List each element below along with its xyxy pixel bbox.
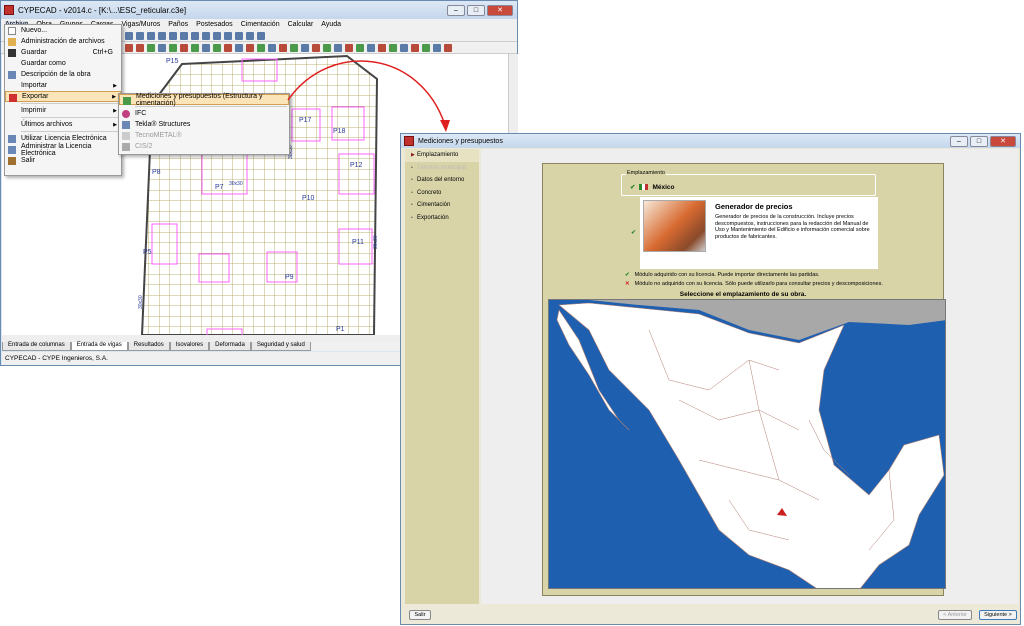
mexico-mainland[interactable] [558,302,945,589]
mexico-flag-icon [639,184,649,190]
step-concreto[interactable]: • Concreto [405,187,479,200]
step-termino-municipal: • Término municipal [405,162,479,175]
location-group: Emplazamiento ✔ México [621,170,876,196]
step-label: Cimentación [417,202,451,209]
generator-title: Generador de precios [715,202,793,211]
selected-country: México [652,183,675,191]
legend-text: Módulo no adquirido con su licencia. Sól… [634,281,883,287]
step-label: Datos del entorno [417,177,465,184]
cross-icon: ✕ [625,281,630,287]
previous-button: < Anterior [938,610,972,620]
legend-acquired: ✔ Módulo adquirido con su licencia. Puede… [625,272,820,278]
step-emplazamiento[interactable]: ▶ Emplazamiento [405,149,479,162]
dialog-title-bar: Mediciones y presupuestos – □ ✕ [401,134,1020,148]
group-label: Emplazamiento [626,170,666,176]
minimize-button[interactable]: – [950,135,968,147]
price-generator-card: Generador de precios Generador de precio… [640,197,878,269]
dialog-title: Mediciones y presupuestos [418,137,503,145]
close-button[interactable]: ✕ [990,135,1016,147]
check-icon: ✔ [631,230,637,236]
app-icon [404,136,414,146]
step-datos-entorno[interactable]: • Datos del entorno [405,174,479,187]
building-materials-image [643,200,706,252]
legend-text: Módulo adquirido con su licencia. Puede … [634,272,820,278]
step-label: Exportación [417,214,449,221]
wizard-steps: ▶ Emplazamiento • Término municipal • Datos… [405,149,479,604]
mexico-map[interactable] [548,299,946,589]
step-label: Emplazamiento [417,152,459,159]
legend-not-acquired: ✕ Módulo no adquirido con su licencia. Só… [625,281,883,287]
step-label: Concreto [417,189,442,196]
maximize-button[interactable]: □ [970,135,988,147]
exit-button[interactable]: Salir [409,610,431,620]
check-icon: ✔ [625,272,630,278]
select-prompt: Seleccione el emplazamiento de su obra. [679,291,807,298]
map-drawing [549,300,945,589]
wizard-content: Emplazamiento ✔ México ✔ Generador de pre… [481,149,1018,604]
next-button[interactable]: Siguiente > [979,610,1017,620]
mediciones-dialog: Mediciones y presupuestos – □ ✕ ▶ Emplazami… [400,133,1021,625]
generator-description: Generador de precios de la construcción.… [715,214,870,240]
step-label: Término municipal [417,164,467,171]
location-panel: Emplazamiento ✔ México ✔ Generador de pre… [542,163,946,596]
check-icon: ✔ [630,184,636,191]
step-cimentacion[interactable]: • Cimentación [405,199,479,212]
step-exportacion[interactable]: • Exportación [405,212,479,225]
